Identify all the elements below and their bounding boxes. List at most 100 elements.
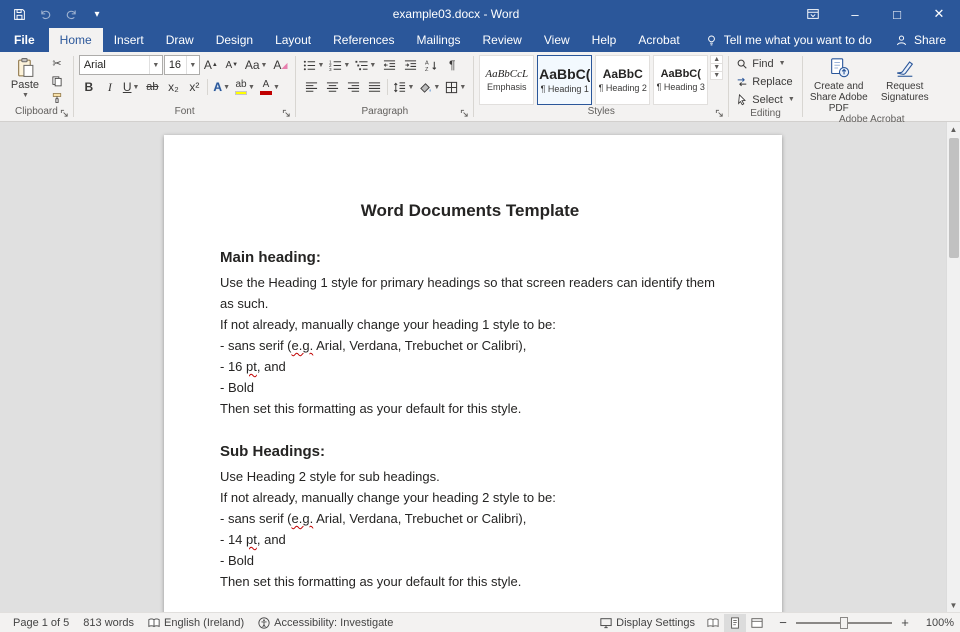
doc-paragraph[interactable]: If not already, manually change your hea… — [220, 487, 720, 508]
bullets-button[interactable]: ▼ — [301, 55, 326, 75]
zoom-in-button[interactable]: + — [898, 615, 912, 630]
tab-draw[interactable]: Draw — [155, 28, 205, 52]
highlight-button[interactable]: ab▼ — [233, 77, 257, 97]
scroll-down-arrow[interactable]: ▼ — [947, 598, 960, 612]
redo-icon[interactable] — [60, 3, 82, 25]
spellcheck-word[interactable]: pt — [246, 359, 257, 374]
styles-gallery-up-button[interactable]: ▲ — [711, 56, 722, 63]
tab-view[interactable]: View — [533, 28, 581, 52]
word-count[interactable]: 813 words — [76, 613, 141, 632]
zoom-slider-thumb[interactable] — [840, 617, 848, 629]
minimize-button[interactable]: – — [834, 0, 876, 28]
doc-paragraph[interactable]: - 16 pt, and — [220, 356, 720, 377]
doc-paragraph[interactable]: Use Heading 2 style for sub headings. — [220, 466, 720, 487]
zoom-level[interactable]: 100% — [920, 617, 954, 629]
show-paragraph-marks-button[interactable]: ¶ — [442, 55, 462, 75]
tab-insert[interactable]: Insert — [103, 28, 155, 52]
doc-paragraph[interactable]: - sans serif (e.g. Arial, Verdana, Trebu… — [220, 508, 720, 529]
align-center-button[interactable] — [322, 77, 342, 97]
doc-paragraph[interactable]: Main heading: — [220, 247, 720, 268]
vertical-scrollbar[interactable]: ▲ ▼ — [946, 122, 960, 612]
text-effects-button[interactable]: A▼ — [211, 77, 232, 97]
clear-formatting-button[interactable]: A◢ — [270, 55, 290, 75]
tab-review[interactable]: Review — [472, 28, 533, 52]
tab-layout[interactable]: Layout — [264, 28, 322, 52]
scrollbar-track[interactable] — [947, 136, 960, 598]
line-spacing-button[interactable]: ▼ — [391, 77, 416, 97]
undo-icon[interactable] — [34, 3, 56, 25]
doc-paragraph[interactable]: - sans serif (e.g. Arial, Verdana, Trebu… — [220, 335, 720, 356]
zoom-out-button[interactable]: − — [776, 615, 790, 630]
format-painter-button[interactable] — [47, 89, 67, 106]
doc-paragraph[interactable]: - Bold — [220, 377, 720, 398]
customize-qat-button[interactable]: ▾ — [86, 3, 108, 25]
chevron-down-icon[interactable]: ▼ — [149, 56, 162, 74]
doc-paragraph[interactable]: - Bold — [220, 550, 720, 571]
cut-button[interactable]: ✂ — [47, 55, 67, 72]
tab-mailings[interactable]: Mailings — [405, 28, 471, 52]
ribbon-display-options-button[interactable] — [792, 0, 834, 28]
font-dialog-launcher[interactable] — [281, 108, 292, 119]
language-indicator[interactable]: English (Ireland) — [141, 613, 251, 632]
tab-home[interactable]: Home — [49, 28, 103, 52]
style-card-heading-2[interactable]: AaBbC¶ Heading 2 — [595, 55, 650, 105]
tab-file[interactable]: File — [0, 28, 49, 52]
replace-button[interactable]: Replace — [734, 73, 794, 90]
tab-references[interactable]: References — [322, 28, 405, 52]
sort-button[interactable]: AZ — [421, 55, 441, 75]
web-layout-button[interactable] — [746, 614, 768, 632]
justify-button[interactable] — [364, 77, 384, 97]
display-settings-button[interactable]: Display Settings — [593, 613, 702, 632]
page-indicator[interactable]: Page 1 of 5 — [6, 613, 76, 632]
font-color-button[interactable]: A▼ — [258, 77, 282, 97]
spellcheck-word[interactable]: pt — [246, 532, 257, 547]
paste-button[interactable]: Paste ▼ — [5, 55, 45, 99]
create-share-pdf-button[interactable]: Create and Share Adobe PDF — [808, 55, 870, 114]
spellcheck-word[interactable]: e.g. — [292, 338, 314, 353]
align-right-button[interactable] — [343, 77, 363, 97]
increase-indent-button[interactable] — [400, 55, 420, 75]
doc-paragraph[interactable]: Sub Headings: — [220, 441, 720, 462]
select-button[interactable]: Select ▼ — [734, 91, 797, 108]
clipboard-dialog-launcher[interactable] — [59, 108, 70, 119]
copy-button[interactable] — [47, 72, 67, 89]
subscript-button[interactable]: x₂ — [163, 77, 183, 97]
underline-button[interactable]: U▼ — [121, 77, 142, 97]
superscript-button[interactable]: x² — [184, 77, 204, 97]
maximize-button[interactable]: □ — [876, 0, 918, 28]
style-card-heading-1[interactable]: AaBbC(¶ Heading 1 — [537, 55, 592, 105]
bold-button[interactable]: B — [79, 77, 99, 97]
spellcheck-word[interactable]: e.g. — [292, 511, 314, 526]
scrollbar-thumb[interactable] — [949, 138, 959, 258]
doc-paragraph[interactable]: Use the Heading 1 style for primary head… — [220, 272, 720, 314]
font-name-combo[interactable]: Arial ▼ — [79, 55, 163, 75]
doc-title[interactable]: Word Documents Template — [220, 199, 720, 223]
multilevel-list-button[interactable]: ▼ — [353, 55, 378, 75]
document-page[interactable]: Word Documents Template Main heading: Use … — [164, 135, 782, 612]
shading-button[interactable]: ▼ — [417, 77, 442, 97]
strikethrough-button[interactable]: ab — [142, 77, 162, 97]
scroll-up-arrow[interactable]: ▲ — [947, 122, 960, 136]
doc-paragraph[interactable]: If not already, manually change your hea… — [220, 314, 720, 335]
grow-font-button[interactable]: A▲ — [201, 55, 221, 75]
decrease-indent-button[interactable] — [379, 55, 399, 75]
change-case-button[interactable]: Aa▼ — [243, 55, 270, 75]
paragraph-dialog-launcher[interactable] — [459, 108, 470, 119]
style-card-emphasis[interactable]: AaBbCcLEmphasis — [479, 55, 534, 105]
styles-dialog-launcher[interactable] — [714, 108, 725, 119]
align-left-button[interactable] — [301, 77, 321, 97]
styles-gallery-more-button[interactable]: ▼ — [711, 71, 722, 79]
style-card-heading-3[interactable]: AaBbC(¶ Heading 3 — [653, 55, 708, 105]
share-button[interactable]: Share — [881, 28, 960, 52]
close-button[interactable]: ✕ — [918, 0, 960, 28]
borders-button[interactable]: ▼ — [443, 77, 468, 97]
shrink-font-button[interactable]: A▼ — [222, 55, 242, 75]
chevron-down-icon[interactable]: ▼ — [186, 56, 199, 74]
accessibility-checker[interactable]: Accessibility: Investigate — [251, 613, 400, 632]
tell-me-box[interactable]: Tell me what you want to do — [705, 28, 872, 52]
numbering-button[interactable]: 123▼ — [327, 55, 352, 75]
read-mode-button[interactable] — [702, 614, 724, 632]
print-layout-button[interactable] — [724, 614, 746, 632]
doc-paragraph[interactable]: Then set this formatting as your default… — [220, 398, 720, 419]
doc-paragraph[interactable]: - 14 pt, and — [220, 529, 720, 550]
